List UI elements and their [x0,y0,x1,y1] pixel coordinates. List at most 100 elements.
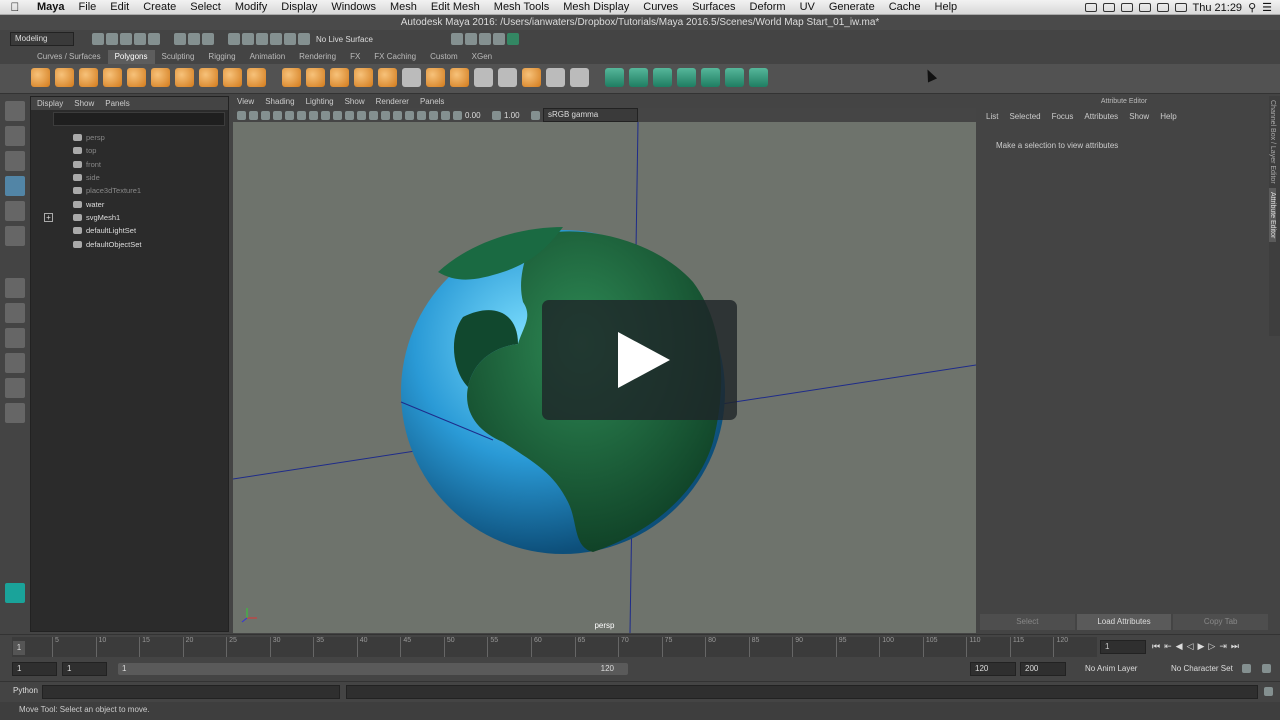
outliner-item[interactable]: defaultLightSet [31,224,228,237]
undo-icon[interactable] [134,33,146,45]
checker-map-icon[interactable] [725,68,744,87]
playback-start-field[interactable]: 1 [62,662,107,676]
bluetooth-icon[interactable] [1138,3,1151,12]
exposure-value[interactable]: 0.00 [465,111,489,120]
shelf-tab-curves-surfaces[interactable]: Curves / Surfaces [30,50,108,64]
step-forward-key-icon[interactable]: ⇥ [1219,641,1227,652]
shelf-tab-sculpting[interactable]: Sculpting [155,50,202,64]
safe-title-icon[interactable] [357,110,366,120]
cylindrical-mapping-icon[interactable] [629,68,648,87]
menu-mesh[interactable]: Mesh [383,1,424,13]
ipr-render-icon[interactable] [478,33,491,45]
ae-menu-selected[interactable]: Selected [1009,112,1040,121]
menu-display[interactable]: Display [274,1,324,13]
exposure-icon[interactable] [453,110,462,120]
viewport-menu-view[interactable]: View [237,96,254,108]
shelf-tab-rendering[interactable]: Rendering [292,50,343,64]
menu-mesh-display[interactable]: Mesh Display [556,1,636,13]
camera-select-icon[interactable] [237,110,246,120]
menu-curves[interactable]: Curves [636,1,685,13]
command-language-label[interactable]: Python [13,686,38,695]
xray-icon[interactable] [429,110,438,120]
rotate-tool-icon[interactable] [5,201,25,221]
menu-file[interactable]: File [72,1,104,13]
screen-icon[interactable] [1084,3,1097,12]
menu-surfaces[interactable]: Surfaces [685,1,742,13]
shelf-tab-rigging[interactable]: Rigging [201,50,242,64]
resolution-gate-icon[interactable] [309,110,318,120]
ae-menu-focus[interactable]: Focus [1052,112,1074,121]
clock[interactable]: Thu 21:29 [1193,2,1243,14]
select-object-icon[interactable] [188,33,200,45]
video-play-button[interactable] [542,300,737,420]
menu-help[interactable]: Help [928,1,965,13]
poly-sphere-icon[interactable] [31,68,50,87]
battery-icon[interactable] [1174,3,1187,12]
select-tool-icon[interactable] [5,101,25,121]
current-time-marker[interactable]: 1 [13,641,25,655]
offset-loop-icon[interactable] [570,68,589,87]
magnet-icon[interactable] [298,33,310,45]
anim-layer-dropdown[interactable]: No Anim Layer [1085,664,1137,673]
gamma-icon[interactable] [492,110,501,120]
poly-pipe-icon[interactable] [199,68,218,87]
poly-torus-icon[interactable] [151,68,170,87]
extract-icon[interactable] [330,68,349,87]
textured-icon[interactable] [393,110,402,120]
preferences-icon[interactable] [1262,664,1271,673]
open-scene-icon[interactable] [106,33,118,45]
snap-view-icon[interactable] [270,33,282,45]
lights-icon[interactable] [405,110,414,120]
menuset-dropdown[interactable]: Modeling [10,32,74,46]
outliner-menu-show[interactable]: Show [74,97,94,110]
snap-live-icon[interactable] [284,33,296,45]
ae-menu-show[interactable]: Show [1129,112,1149,121]
menu-uv[interactable]: UV [793,1,822,13]
field-chart-icon[interactable] [333,110,342,120]
outliner-item[interactable]: top [31,144,228,157]
copy-tab-button[interactable]: Copy Tab [1173,614,1269,630]
viewport-menu-show[interactable]: Show [345,96,365,108]
shelf-tab-animation[interactable]: Animation [243,50,293,64]
viewport-menu-renderer[interactable]: Renderer [376,96,409,108]
safe-action-icon[interactable] [345,110,354,120]
ae-menu-attributes[interactable]: Attributes [1084,112,1118,121]
isolate-select-icon[interactable] [441,110,450,120]
color-management-icon[interactable] [531,110,540,120]
outliner-layout-icon[interactable] [5,403,25,423]
redo-icon[interactable] [148,33,160,45]
smooth-icon[interactable] [354,68,373,87]
persp-graph-layout-icon[interactable] [5,353,25,373]
separate-icon[interactable] [306,68,325,87]
search-icon[interactable]: ⚲ [1248,1,1256,14]
multicut-icon[interactable] [474,68,493,87]
poly-pyramid-icon[interactable] [175,68,194,87]
menu-select[interactable]: Select [183,1,228,13]
viewport-menu-shading[interactable]: Shading [265,96,294,108]
range-slider[interactable]: 1 120 [118,663,628,675]
smooth-shade-icon[interactable] [381,110,390,120]
character-set-dropdown[interactable]: No Character Set [1171,664,1233,673]
menu-list-icon[interactable]: ☰ [1262,1,1272,14]
spherical-mapping-icon[interactable] [653,68,672,87]
combine-icon[interactable] [282,68,301,87]
wireframe-icon[interactable] [369,110,378,120]
render-frame-icon[interactable] [464,33,477,45]
shelf-tab-fx-caching[interactable]: FX Caching [367,50,423,64]
cloud-icon[interactable] [1102,3,1115,12]
step-forward-frame-icon[interactable]: ▷ [1208,641,1215,652]
poly-text-icon[interactable] [223,68,242,87]
outliner-item[interactable]: place3dTexture1 [31,184,228,197]
menu-modify[interactable]: Modify [228,1,274,13]
menu-cache[interactable]: Cache [882,1,928,13]
boolean-icon[interactable] [378,68,397,87]
menu-windows[interactable]: Windows [324,1,383,13]
viewport-menu-panels[interactable]: Panels [420,96,444,108]
image-plane-icon[interactable] [273,110,282,120]
ae-menu-list[interactable]: List [986,112,998,121]
gate-mask-icon[interactable] [321,110,330,120]
planar-mapping-icon[interactable] [605,68,624,87]
outliner-menu-panels[interactable]: Panels [105,97,129,110]
film-gate-icon[interactable] [297,110,306,120]
outliner-item[interactable]: water [31,197,228,210]
